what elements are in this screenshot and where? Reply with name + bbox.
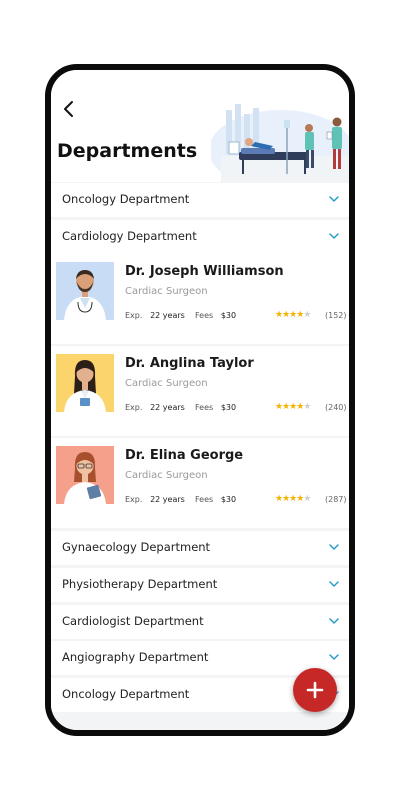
fees-value: $30 xyxy=(220,495,237,504)
chevron-down-icon xyxy=(329,618,339,624)
department-label: Angiography Department xyxy=(62,650,209,664)
doctor-card[interactable]: Dr. Joseph Williamson Cardiac Surgeon Ex… xyxy=(51,254,349,344)
department-list: Oncology Department Cardiology Departmen… xyxy=(51,182,349,730)
chevron-down-icon xyxy=(329,581,339,587)
star-rating: ★★★★★ xyxy=(275,402,311,412)
doctor-name: Dr. Joseph Williamson xyxy=(125,264,284,279)
experience: Exp. 22 years xyxy=(125,403,185,412)
doctor-photo xyxy=(56,354,114,412)
doctor-photo xyxy=(56,446,114,504)
doctor-card[interactable]: Dr. Elina George Cardiac Surgeon Exp. 22… xyxy=(51,438,349,528)
doctor-card[interactable]: Dr. Anglina Taylor Cardiac Surgeon Exp. … xyxy=(51,346,349,436)
chevron-down-icon xyxy=(329,544,339,550)
experience-value: 22 years xyxy=(150,495,185,504)
add-button[interactable] xyxy=(293,668,337,712)
star-empty-icon: ★ xyxy=(303,402,311,412)
page-title: Departments xyxy=(57,140,198,162)
department-item[interactable]: Cardiologist Department xyxy=(51,605,349,639)
star-empty-icon: ★ xyxy=(303,494,311,504)
doctor-name: Dr. Elina George xyxy=(125,448,244,463)
fees-label: Fees xyxy=(195,403,214,412)
fees: Fees $30 xyxy=(195,495,236,504)
doctor-name: Dr. Anglina Taylor xyxy=(125,356,254,371)
department-item[interactable]: Physiotherapy Department xyxy=(51,568,349,602)
fees-value: $30 xyxy=(220,403,237,412)
chevron-down-icon xyxy=(329,196,339,202)
app-screen: Departments Oncology Department Cardiolo… xyxy=(51,70,349,730)
department-item[interactable]: Oncology Department xyxy=(51,183,349,217)
department-item[interactable]: Gynaecology Department xyxy=(51,531,349,565)
doctor-specialty: Cardiac Surgeon xyxy=(125,470,208,481)
experience-label: Exp. xyxy=(125,311,143,320)
experience: Exp. 22 years xyxy=(125,311,185,320)
fees-value: $30 xyxy=(220,311,237,320)
department-label: Oncology Department xyxy=(62,192,190,206)
department-label: Cardiology Department xyxy=(62,229,197,243)
doctor-photo xyxy=(56,262,114,320)
fees: Fees $30 xyxy=(195,403,236,412)
fees: Fees $30 xyxy=(195,311,236,320)
review-count: (240) xyxy=(325,403,347,412)
department-item-expanded[interactable]: Cardiology Department xyxy=(51,220,349,254)
header: Departments xyxy=(51,70,349,182)
fees-label: Fees xyxy=(195,495,214,504)
experience-label: Exp. xyxy=(125,403,143,412)
department-label: Cardiologist Department xyxy=(62,614,204,628)
department-label: Gynaecology Department xyxy=(62,540,211,554)
star-empty-icon: ★ xyxy=(303,310,311,320)
experience-value: 22 years xyxy=(150,311,185,320)
department-label: Oncology Department xyxy=(62,687,190,701)
review-count: (152) xyxy=(325,311,347,320)
plus-icon xyxy=(306,681,324,699)
experience-label: Exp. xyxy=(125,495,143,504)
back-arrow-icon[interactable] xyxy=(59,98,79,120)
department-label: Physiotherapy Department xyxy=(62,577,218,591)
star-rating: ★★★★★ xyxy=(275,310,311,320)
phone-frame: Departments Oncology Department Cardiolo… xyxy=(45,64,355,736)
fees-label: Fees xyxy=(195,311,214,320)
chevron-down-icon xyxy=(329,233,339,239)
chevron-down-icon xyxy=(329,654,339,660)
experience-value: 22 years xyxy=(150,403,185,412)
hospital-illustration xyxy=(211,104,349,182)
experience: Exp. 22 years xyxy=(125,495,185,504)
star-rating: ★★★★★ xyxy=(275,494,311,504)
doctor-specialty: Cardiac Surgeon xyxy=(125,286,208,297)
review-count: (287) xyxy=(325,495,347,504)
doctor-specialty: Cardiac Surgeon xyxy=(125,378,208,389)
